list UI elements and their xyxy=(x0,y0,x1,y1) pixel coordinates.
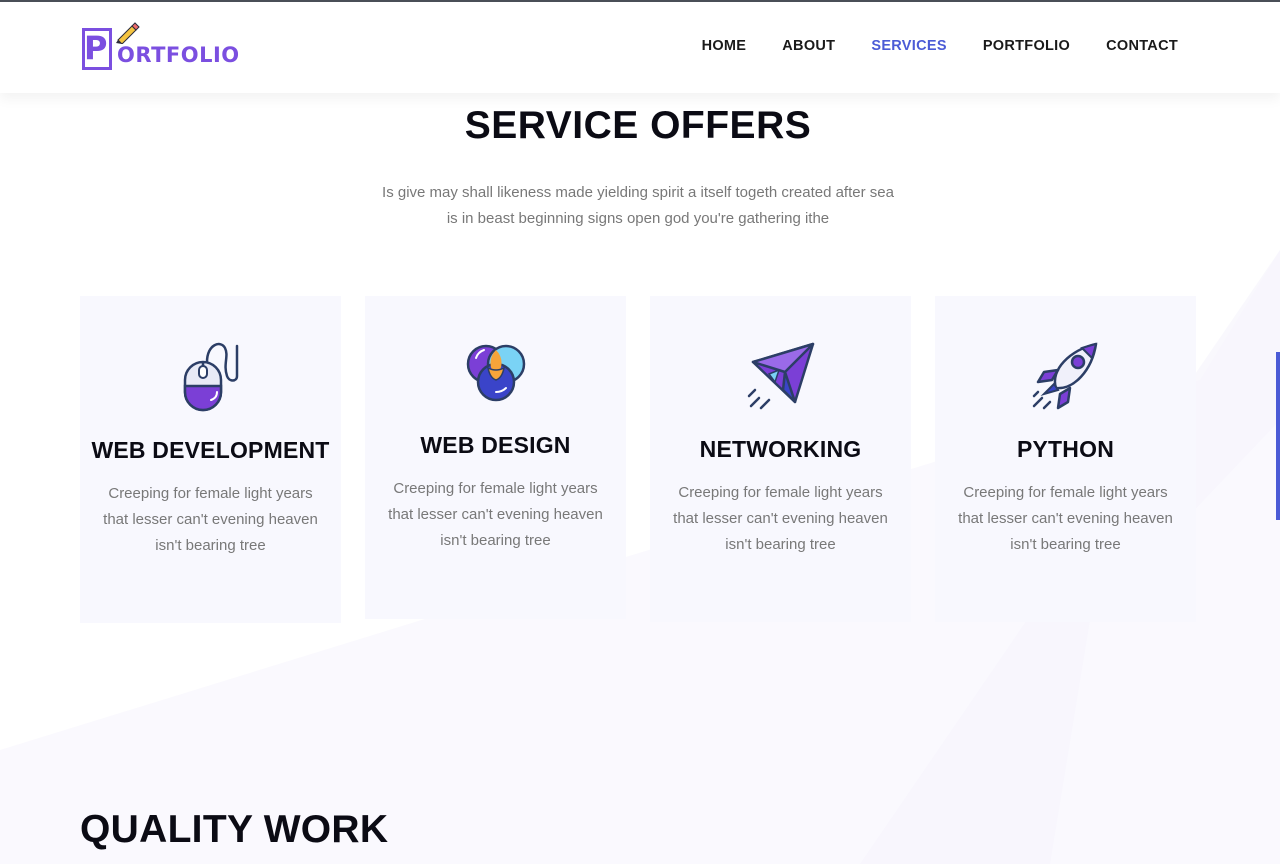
nav-home[interactable]: HOME xyxy=(702,38,747,54)
card-desc-line3: isn't bearing tree xyxy=(1010,536,1121,553)
card-description: Creeping for female light years that les… xyxy=(957,480,1174,558)
card-title: PYTHON xyxy=(1016,436,1115,462)
card-title: WEB DESIGN xyxy=(420,432,571,458)
services-subtitle-line1: Is give may shall likeness made yielding… xyxy=(382,184,894,201)
top-border xyxy=(0,0,1280,2)
main-nav: HOME ABOUT SERVICES PORTFOLIO CONTACT xyxy=(666,38,1178,54)
service-card-python[interactable]: PYTHON Creeping for female light years t… xyxy=(935,296,1196,622)
quality-work-title: QUALITY WORK xyxy=(80,808,389,851)
card-desc-line1: Creeping for female light years xyxy=(963,484,1168,501)
service-card-web-development[interactable]: WEB DEVELOPMENT Creeping for female ligh… xyxy=(80,296,341,623)
pencil-icon xyxy=(116,22,140,44)
card-desc-line1: Creeping for female light years xyxy=(678,484,883,501)
site-logo[interactable]: P ORTFOLIO xyxy=(80,22,245,74)
card-desc-line2: that lesser can't evening heaven xyxy=(103,511,318,528)
card-desc-line2: that lesser can't evening heaven xyxy=(388,506,603,523)
nav-contact[interactable]: CONTACT xyxy=(1106,38,1178,54)
site-header: P ORTFOLIO HOME ABOUT SERVICES PORTFOLIO… xyxy=(0,2,1280,93)
services-subtitle: Is give may shall likeness made yielding… xyxy=(370,180,906,232)
card-desc-line3: isn't bearing tree xyxy=(440,532,551,549)
rocket-icon xyxy=(935,340,1196,412)
card-title: WEB DEVELOPMENT xyxy=(91,437,330,463)
logo-text: ORTFOLIO xyxy=(117,43,240,67)
paper-plane-icon xyxy=(650,340,911,412)
card-desc-line3: isn't bearing tree xyxy=(155,537,266,554)
mouse-icon xyxy=(80,340,341,412)
card-desc-line1: Creeping for female light years xyxy=(108,485,313,502)
card-desc-line1: Creeping for female light years xyxy=(393,480,598,497)
scrollbar-thumb[interactable] xyxy=(1276,352,1280,520)
services-title: SERVICE OFFERS xyxy=(464,104,812,147)
card-desc-line2: that lesser can't evening heaven xyxy=(958,510,1173,527)
card-description: Creeping for female light years that les… xyxy=(387,476,604,554)
card-description: Creeping for female light years that les… xyxy=(102,481,319,559)
nav-about[interactable]: ABOUT xyxy=(782,38,835,54)
color-circles-icon xyxy=(365,340,626,412)
services-subtitle-line2: is in beast beginning signs open god you… xyxy=(446,210,830,227)
card-desc-line3: isn't bearing tree xyxy=(725,536,836,553)
service-card-web-design[interactable]: WEB DESIGN Creeping for female light yea… xyxy=(365,296,626,619)
service-card-networking[interactable]: NETWORKING Creeping for female light yea… xyxy=(650,296,911,622)
card-description: Creeping for female light years that les… xyxy=(672,480,889,558)
card-title: NETWORKING xyxy=(699,436,862,462)
nav-services[interactable]: SERVICES xyxy=(871,38,946,54)
nav-portfolio[interactable]: PORTFOLIO xyxy=(983,38,1070,54)
card-desc-line2: that lesser can't evening heaven xyxy=(673,510,888,527)
logo-letter: P xyxy=(84,29,108,67)
